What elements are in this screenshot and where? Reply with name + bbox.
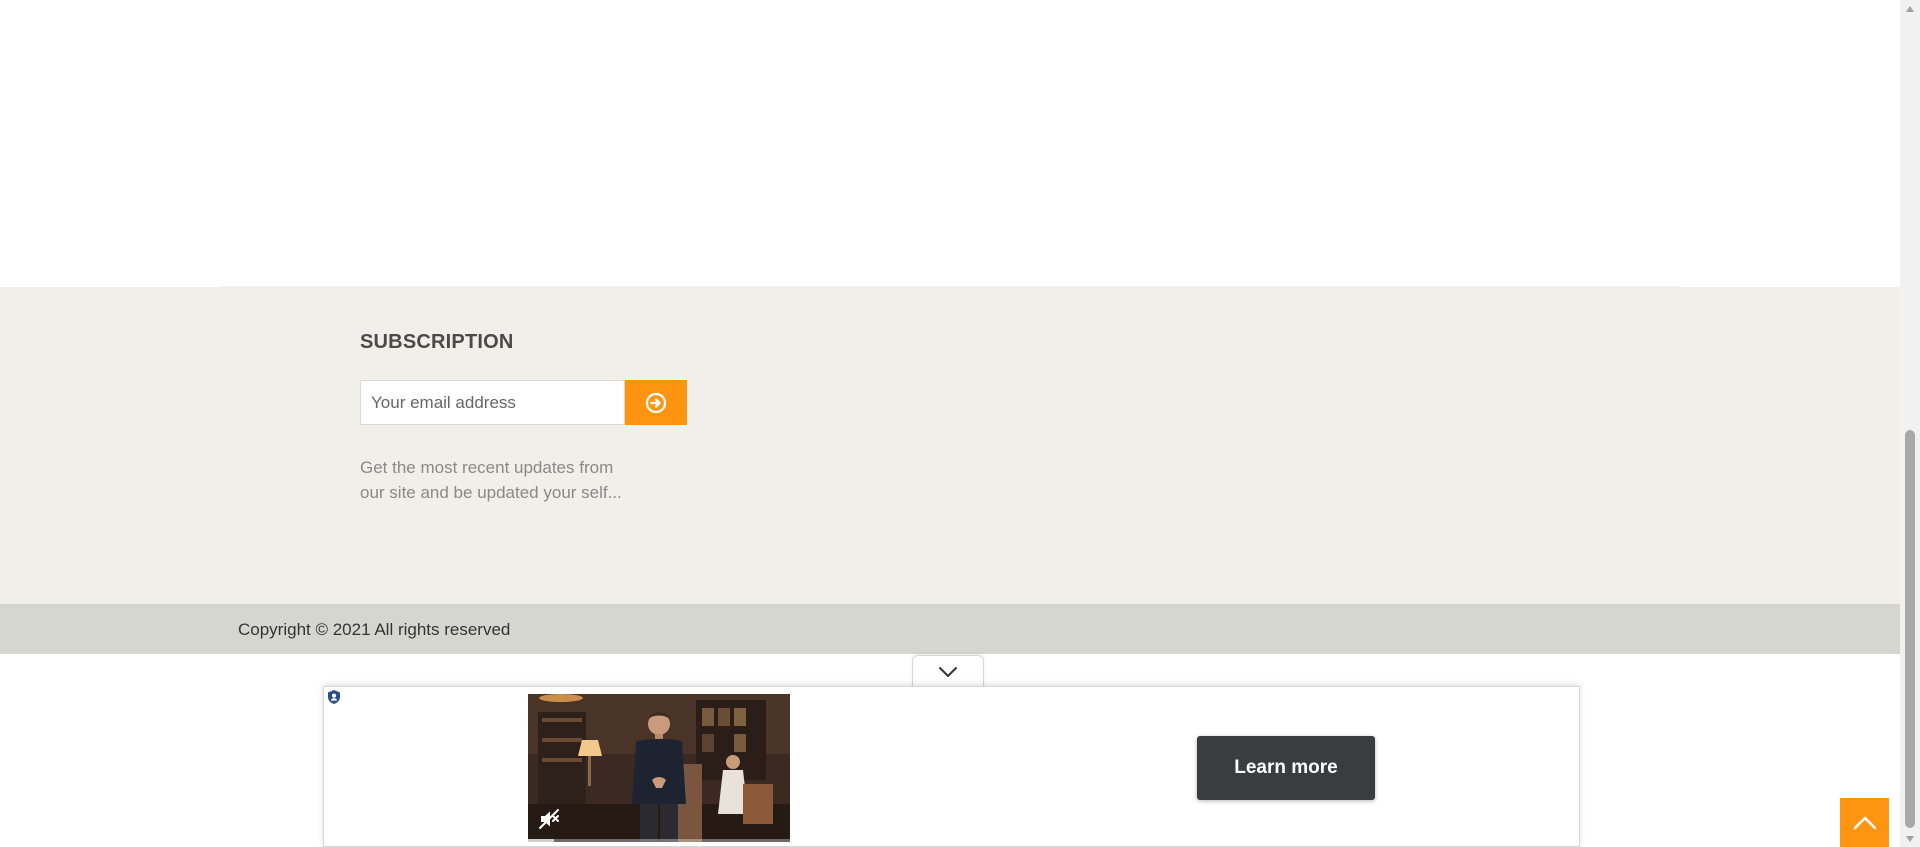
ad-video[interactable] [528,694,790,842]
scroll-down-arrow[interactable] [1900,830,1920,847]
subscription-section: SUBSCRIPTION Get the most recent updates… [0,287,1900,604]
speaker-muted-icon[interactable] [536,806,562,832]
description-line: our site and be updated your self... [360,483,622,502]
ad-collapse-button[interactable] [912,655,984,687]
scrollbar-thumb[interactable] [1905,430,1915,828]
subscription-description: Get the most recent updates from our sit… [360,455,660,505]
subscription-title: SUBSCRIPTION [360,331,514,353]
subscription-form [360,380,687,425]
back-to-top-button[interactable] [1840,798,1889,847]
page: SUBSCRIPTION Get the most recent updates… [0,0,1900,847]
triangle-up-icon [1906,5,1914,12]
triangle-down-icon [1906,835,1914,842]
copyright-text: Copyright © 2021 All rights reserved [238,620,511,639]
shield-user-icon [328,690,340,704]
vertical-scrollbar[interactable] [1900,0,1920,847]
video-progress-fill [528,839,555,842]
ad-banner: Learn more [323,686,1580,847]
arrow-circle-right-icon [645,392,667,413]
description-line: Get the most recent updates from [360,458,614,477]
video-progress-bar [528,839,790,842]
ad-info-badge[interactable] [324,687,344,707]
subscribe-button[interactable] [625,380,687,425]
chevron-down-icon [939,666,957,677]
content-area [0,0,1900,287]
video-frame [528,694,790,842]
copyright-bar: Copyright © 2021 All rights reserved [0,604,1900,654]
learn-more-button[interactable]: Learn more [1197,736,1375,800]
chevron-up-icon [1853,816,1876,829]
email-input[interactable] [360,380,625,425]
scroll-up-arrow[interactable] [1900,0,1920,17]
